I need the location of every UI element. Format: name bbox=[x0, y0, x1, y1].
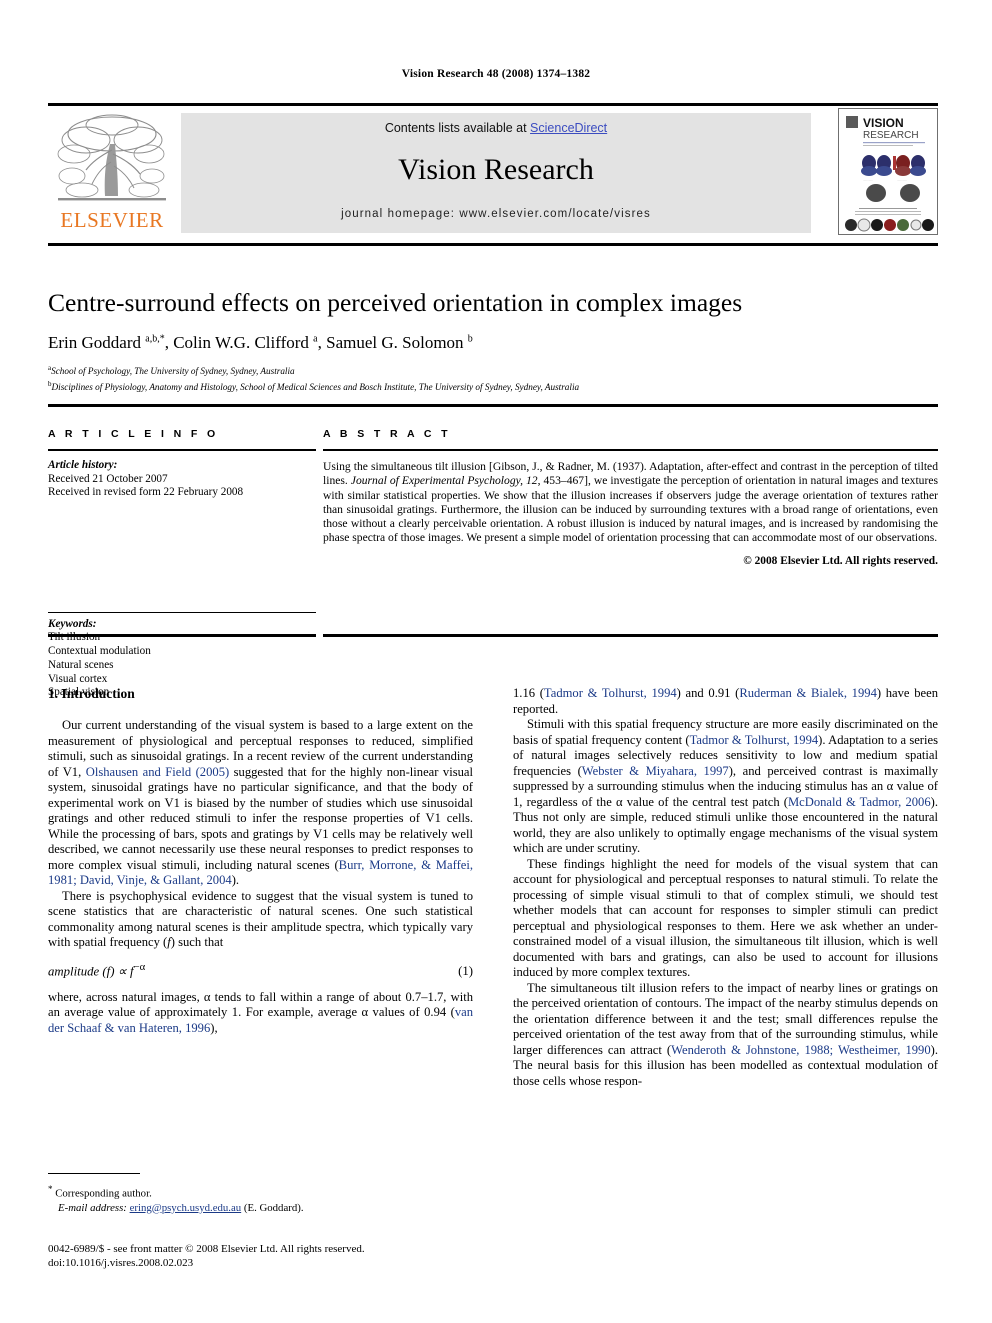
journal-cover-image: VISION RESEARCH ............ ...........… bbox=[839, 109, 937, 234]
article-history-line: Received 21 October 2007 bbox=[48, 472, 168, 485]
info-bottom-rule bbox=[48, 634, 316, 637]
equation-1: amplitude (f) ∝ f−α (1) bbox=[48, 962, 473, 979]
article-info-rule bbox=[48, 449, 316, 451]
section-title-introduction: 1. Introduction bbox=[48, 686, 135, 701]
email-line: E-mail address: ering@psych.usyd.edu.au … bbox=[48, 1201, 473, 1215]
affiliation-b: bDisciplines of Physiology, Anatomy and … bbox=[48, 378, 938, 394]
masthead-bottom-rule bbox=[48, 243, 938, 246]
running-head: Vision Research 48 (2008) 1374–1382 bbox=[401, 68, 591, 80]
article-history-line: Received in revised form 22 February 200… bbox=[48, 486, 244, 498]
paragraph: There is psychophysical evidence to sugg… bbox=[48, 888, 473, 950]
journal-cover-thumbnail: VISION RESEARCH ............ ...........… bbox=[838, 108, 938, 235]
paragraph: where, across natural images, α tends to… bbox=[48, 989, 473, 1035]
body-left-column: 1. Introduction Our current understandin… bbox=[48, 686, 473, 1036]
abstract-heading: A B S T R A C T bbox=[323, 428, 451, 440]
abstract-rule bbox=[323, 449, 938, 451]
article-info-heading: A R T I C L E I N F O bbox=[48, 428, 219, 440]
elsevier-wordmark: ELSEVIER bbox=[60, 208, 164, 232]
equation-body: amplitude (f) ∝ f−α bbox=[48, 961, 146, 978]
footnote-rule bbox=[48, 1173, 140, 1175]
paragraph: 1.16 (Tadmor & Tolhurst, 1994) and 0.91 … bbox=[513, 686, 938, 716]
issn-line: 0042-6989/$ - see front matter © 2008 El… bbox=[48, 1243, 365, 1255]
article-info-column: A R T I C L E I N F O Article history: R… bbox=[48, 428, 316, 698]
abstract-column: A B S T R A C T Using the simultaneous t… bbox=[323, 428, 938, 567]
email-link[interactable]: ering@psych.usyd.edu.au bbox=[130, 1202, 242, 1214]
abstract-text: Using the simultaneous tilt illusion [Gi… bbox=[323, 460, 938, 545]
doi-line[interactable]: doi:10.1016/j.visres.2008.02.023 bbox=[48, 1257, 518, 1271]
svg-text:RESEARCH: RESEARCH bbox=[863, 130, 919, 141]
article-history-label: Article history: bbox=[48, 459, 118, 471]
issn-copyright-block: 0042-6989/$ - see front matter © 2008 El… bbox=[48, 1243, 518, 1270]
affiliations: aSchool of Psychology, The University of… bbox=[48, 362, 938, 393]
article-history-block: Article history: Received 21 October 200… bbox=[48, 459, 316, 500]
paragraph: These findings highlight the need for mo… bbox=[513, 856, 938, 980]
journal-article-page: Vision Research 48 (2008) 1374–1382 ELSE… bbox=[0, 0, 992, 1323]
svg-text:............: ............ bbox=[863, 178, 873, 182]
paragraph: The simultaneous tilt illusion refers to… bbox=[513, 980, 938, 1088]
corresponding-author-note: * Corresponding author. E-mail address: … bbox=[48, 1182, 473, 1215]
keyword-item: Visual cortex bbox=[48, 672, 108, 685]
page-title: Centre-surround effects on perceived ori… bbox=[48, 288, 743, 317]
svg-text:VISION: VISION bbox=[863, 116, 904, 130]
keyword-item: Natural scenes bbox=[48, 658, 114, 671]
elsevier-tree-icon bbox=[57, 114, 166, 201]
keyword-item: Contextual modulation bbox=[48, 645, 151, 658]
title-bottom-rule bbox=[48, 404, 938, 407]
keywords-label: Keywords: bbox=[48, 617, 97, 630]
paragraph: Our current understanding of the visual … bbox=[48, 718, 473, 887]
keywords-rule bbox=[48, 611, 316, 614]
contents-available-line: Contents lists available at ScienceDirec… bbox=[181, 121, 811, 135]
email-owner: (E. Goddard). bbox=[243, 1201, 304, 1214]
journal-masthead: ELSEVIER Contents lists available at Sci… bbox=[48, 108, 938, 236]
affiliation-a-text: School of Psychology, The University of … bbox=[51, 366, 295, 377]
affiliation-b-text: Disciplines of Physiology, Anatomy and H… bbox=[51, 381, 580, 392]
abstract-bottom-rule bbox=[323, 634, 938, 637]
abstract-copyright: © 2008 Elsevier Ltd. All rights reserved… bbox=[743, 554, 938, 567]
body-right-column: 1.16 (Tadmor & Tolhurst, 1994) and 0.91 … bbox=[513, 686, 938, 1089]
journal-title: Vision Research bbox=[398, 153, 594, 186]
contents-available-prefix: Contents lists available at bbox=[384, 121, 531, 135]
masthead-top-rule bbox=[48, 103, 938, 106]
svg-text:............: ............ bbox=[897, 178, 907, 182]
equation-number: (1) bbox=[458, 963, 473, 978]
corresponding-author-marker: * bbox=[48, 1184, 53, 1194]
elsevier-logo: ELSEVIER bbox=[48, 108, 176, 236]
corresponding-author-label: Corresponding author. bbox=[55, 1187, 152, 1200]
email-label: E-mail address: bbox=[58, 1201, 127, 1214]
sciencedirect-link[interactable]: ScienceDirect bbox=[530, 121, 607, 135]
journal-homepage-line[interactable]: journal homepage: www.elsevier.com/locat… bbox=[181, 208, 811, 220]
corresponding-author-line: * Corresponding author. bbox=[48, 1182, 473, 1201]
masthead-grey-panel: Contents lists available at ScienceDirec… bbox=[181, 113, 811, 233]
paragraph: Stimuli with this spatial frequency stru… bbox=[513, 717, 939, 855]
author-list: Erin Goddard a,b,*, Colin W.G. Clifford … bbox=[48, 333, 473, 352]
affiliation-a: aSchool of Psychology, The University of… bbox=[48, 362, 938, 378]
